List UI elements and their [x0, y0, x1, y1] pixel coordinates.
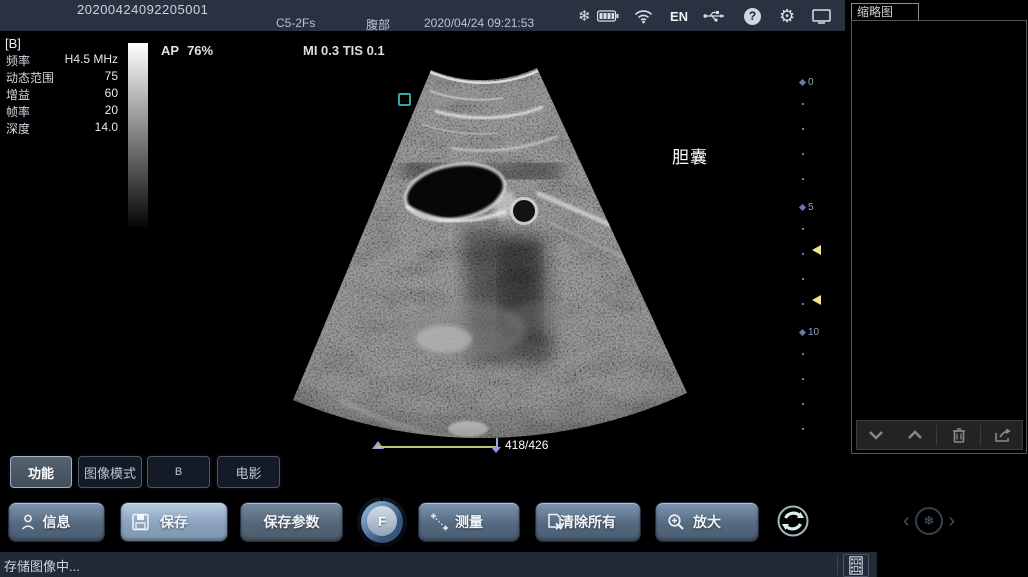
freeze-indicator-icon: ❄: [578, 6, 591, 26]
mi-tis-readout: MI 0.3 TIS 0.1: [303, 43, 385, 58]
ruler-dot: [802, 103, 804, 105]
param-row-gain: 增益60: [6, 86, 118, 103]
cine-progress-bar[interactable]: [376, 446, 498, 448]
param-row-dynamic-range: 动态范围75: [6, 69, 118, 86]
ultrasound-image: [180, 58, 840, 450]
focus-marker: [812, 295, 821, 305]
ruler-dot: [802, 428, 804, 430]
ruler-dot: [802, 228, 804, 230]
status-bar: 存储图像中...: [0, 552, 877, 577]
patient-id: 20200424092205001: [77, 2, 208, 17]
annotation-label: 胆囊: [672, 143, 708, 168]
mode-indicator: [B]: [5, 36, 21, 51]
refresh-button[interactable]: [775, 503, 811, 539]
tab-cine[interactable]: 电影: [217, 456, 280, 488]
tab-function[interactable]: 功能: [10, 456, 72, 488]
toolbar-divider: [936, 425, 937, 445]
save-params-button[interactable]: 保存参数: [240, 502, 343, 542]
toolbar-divider: [980, 425, 981, 445]
acoustic-power-readout: AP76%: [161, 43, 221, 58]
ruler-dot: [802, 378, 804, 380]
battery-icon: [597, 6, 619, 26]
ruler-dot: [802, 278, 804, 280]
ruler-dot: [802, 253, 804, 255]
tab-image-mode[interactable]: 图像模式: [78, 456, 142, 488]
grayscale-map-bar: [128, 43, 148, 227]
clear-all-button[interactable]: 清除所有: [535, 502, 641, 542]
ruler-dot: [802, 353, 804, 355]
probe-orientation-marker: [398, 93, 411, 106]
param-row-frame-rate: 帧率20: [6, 103, 118, 120]
focus-marker: [812, 245, 821, 255]
freeze-control[interactable]: ‹ ❄ ›: [903, 505, 955, 537]
magnifier-plus-icon: [667, 513, 685, 531]
probe-name: C5-2Fs: [276, 16, 315, 30]
person-icon: [20, 514, 36, 531]
thumbnail-scroll-up-button[interactable]: [898, 423, 932, 447]
calipers-icon: [430, 513, 449, 532]
chevron-left-icon[interactable]: ‹: [903, 511, 910, 531]
param-row-depth: 深度14.0: [6, 120, 118, 137]
top-bar: 20200424092205001 C5-2Fs 腹部 2020/04/24 0…: [0, 0, 845, 31]
tab-b-mode[interactable]: B: [147, 456, 210, 488]
freeze-snowflake-icon[interactable]: ❄: [915, 507, 943, 535]
cine-frame-counter: 418/426: [505, 438, 548, 452]
ruler-dot: [802, 128, 804, 130]
thumbnail-toolbar: [856, 420, 1023, 450]
wifi-icon: [634, 6, 653, 26]
display-monitor-icon[interactable]: [812, 6, 831, 26]
cine-position-cursor[interactable]: [496, 438, 498, 451]
measure-button[interactable]: 测量: [418, 502, 520, 542]
thumbnail-panel: [851, 20, 1027, 454]
usb-icon: [703, 6, 725, 26]
ruler-mark-5: 5: [800, 203, 814, 211]
language-toggle[interactable]: EN: [670, 6, 688, 26]
ruler-dot: [802, 178, 804, 180]
clear-document-icon: [547, 513, 564, 531]
cine-film-icon[interactable]: [843, 554, 869, 577]
ruler-mark-10: 10: [800, 328, 819, 336]
datetime: 2020/04/24 09:21:53: [424, 16, 534, 30]
floppy-disk-icon: [132, 514, 149, 531]
ruler-dot: [802, 153, 804, 155]
thumbnail-delete-button[interactable]: [942, 423, 976, 447]
settings-gear-icon[interactable]: ⚙: [779, 6, 795, 26]
status-message: 存储图像中...: [4, 556, 80, 575]
ruler-mark-0: 0: [800, 78, 814, 86]
magnify-button[interactable]: 放大: [655, 502, 759, 542]
exam-preset: 腹部: [366, 16, 390, 33]
info-button[interactable]: 信息: [8, 502, 105, 542]
chevron-right-icon[interactable]: ›: [948, 511, 955, 531]
thumbnail-scroll-down-button[interactable]: [859, 423, 893, 447]
status-divider: [837, 554, 838, 575]
save-button[interactable]: 保存: [120, 502, 228, 542]
thumbnail-panel-title: 缩略图: [851, 3, 919, 21]
param-row-frequency: 频率H4.5 MHz: [6, 52, 118, 69]
function-knob-label[interactable]: F: [367, 506, 397, 536]
ruler-dot: [802, 303, 804, 305]
ruler-dot: [802, 403, 804, 405]
help-icon[interactable]: ?: [744, 6, 761, 26]
thumbnail-export-button[interactable]: [986, 423, 1020, 447]
